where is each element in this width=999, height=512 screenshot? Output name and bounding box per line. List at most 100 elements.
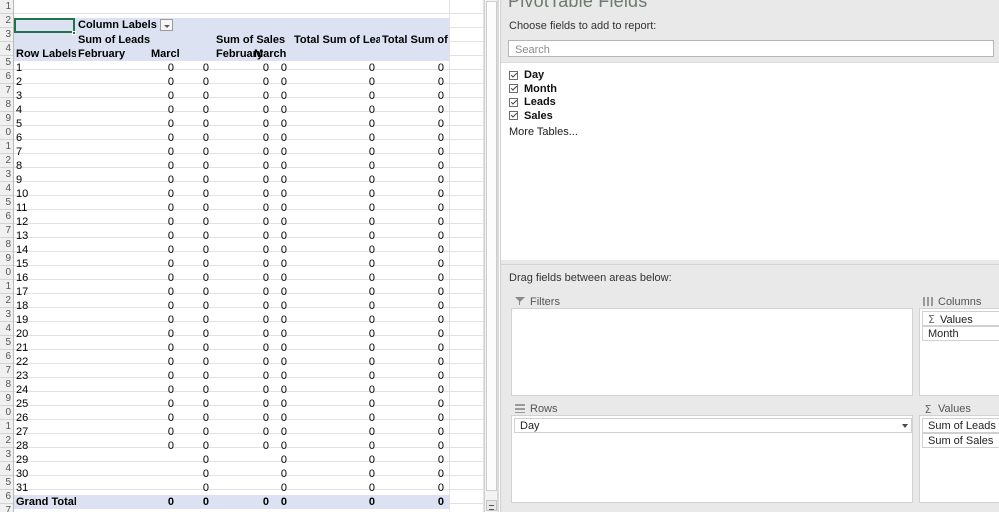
row-header-cell[interactable]: 3: [0, 308, 13, 322]
checkbox-icon[interactable]: [509, 70, 518, 80]
pivot-cell: 0: [437, 258, 444, 270]
pivot-cell: 0: [202, 132, 209, 144]
pivot-cell: 0: [368, 244, 375, 256]
search-box[interactable]: [508, 40, 994, 58]
pivot-cell: 0: [262, 356, 269, 368]
search-input[interactable]: [513, 42, 957, 58]
row-header-cell[interactable]: 1: [0, 420, 13, 434]
pivot-cell: 0: [280, 482, 287, 494]
pivot-cell: 0: [368, 258, 375, 270]
columns-chip-month[interactable]: Month: [922, 326, 999, 341]
row-header-cell[interactable]: 8: [0, 98, 13, 112]
field-item-month[interactable]: Month: [509, 83, 557, 96]
row-header-cell[interactable]: 5: [0, 196, 13, 210]
fill-handle[interactable]: [72, 31, 76, 35]
filters-dropzone[interactable]: [511, 308, 913, 396]
row-header-gutter[interactable]: 1234567890123456789012345678901234567: [0, 0, 14, 512]
row-header-cell[interactable]: 9: [0, 392, 13, 406]
pivot-cell: 0: [167, 440, 174, 452]
pivot-cell: 0: [368, 202, 375, 214]
pivot-cell: 0: [280, 370, 287, 382]
row-header-cell[interactable]: 7: [0, 364, 13, 378]
vertical-scrollbar[interactable]: [484, 0, 498, 512]
row-header-cell[interactable]: 6: [0, 490, 13, 504]
pivot-cell: 0: [202, 286, 209, 298]
row-header-cell[interactable]: 2: [0, 154, 13, 168]
pivot-row-label: 5: [16, 118, 23, 130]
row-header-cell[interactable]: 8: [0, 238, 13, 252]
pivot-cell: 0: [368, 146, 375, 158]
row-labels-header[interactable]: Row Labels: [14, 47, 76, 61]
row-header-cell[interactable]: 2: [0, 294, 13, 308]
pane-divider: [501, 264, 999, 265]
row-header-cell[interactable]: 5: [0, 336, 13, 350]
pivot-cell: 0: [262, 90, 269, 102]
field-item-day[interactable]: Day: [509, 69, 544, 82]
checkbox-icon[interactable]: [509, 84, 518, 94]
checkbox-icon[interactable]: [509, 111, 518, 121]
chevron-down-icon[interactable]: [902, 424, 908, 428]
pivot-cell: 0: [202, 398, 209, 410]
more-tables-link[interactable]: More Tables...: [509, 126, 578, 138]
row-header-cell[interactable]: 0: [0, 406, 13, 420]
values-dropzone[interactable]: Sum of Leads Sum of Sales: [919, 415, 999, 503]
row-header-cell[interactable]: 8: [0, 378, 13, 392]
scrollbar-thumb[interactable]: [486, 1, 497, 491]
pivot-row-label: 20: [16, 328, 29, 340]
field-item-leads[interactable]: Leads: [509, 96, 556, 109]
row-header-cell[interactable]: 5: [0, 476, 13, 490]
field-item-sales[interactable]: Sales: [509, 110, 553, 123]
row-header-cell[interactable]: 7: [0, 224, 13, 238]
row-header-cell[interactable]: 1: [0, 280, 13, 294]
row-header-cell[interactable]: 9: [0, 112, 13, 126]
scroll-down-button[interactable]: [486, 500, 497, 511]
columns-chip-values[interactable]: ΣΣ ValuesValues: [922, 311, 999, 326]
excel-pivottable-screen: 1234567890123456789012345678901234567 Co…: [0, 0, 999, 512]
row-header-cell[interactable]: 1: [0, 0, 13, 14]
pane-splitter[interactable]: [497, 0, 499, 512]
row-header-cell[interactable]: 4: [0, 42, 13, 56]
worksheet[interactable]: 1234567890123456789012345678901234567 Co…: [0, 0, 499, 512]
pivot-cell: 0: [280, 412, 287, 424]
rows-dropzone[interactable]: Day: [511, 415, 913, 503]
column-labels-filter-icon[interactable]: [159, 19, 173, 32]
column-labels-header[interactable]: Column Labels: [76, 18, 196, 33]
pivot-cell: 0: [437, 202, 444, 214]
columns-dropzone[interactable]: ΣΣ ValuesValues Month: [919, 308, 999, 396]
row-header-cell[interactable]: 2: [0, 434, 13, 448]
row-header-cell[interactable]: 7: [0, 504, 13, 512]
row-header-cell[interactable]: 4: [0, 322, 13, 336]
pivot-cell: 0: [368, 328, 375, 340]
row-header-cell[interactable]: 0: [0, 266, 13, 280]
row-header-cell[interactable]: 3: [0, 28, 13, 42]
pivot-row-label: 10: [16, 188, 29, 200]
row-header-cell[interactable]: 6: [0, 210, 13, 224]
pivot-cell: 0: [437, 426, 444, 438]
pivot-cell: 0: [437, 90, 444, 102]
row-header-cell[interactable]: 6: [0, 70, 13, 84]
pivot-cell: 0: [202, 62, 209, 74]
selected-cell[interactable]: [14, 18, 75, 33]
row-header-cell[interactable]: 4: [0, 462, 13, 476]
row-header-cell[interactable]: 0: [0, 126, 13, 140]
row-header-cell[interactable]: 6: [0, 350, 13, 364]
pivot-row-label: 15: [16, 258, 29, 270]
values-chip-sum-of-sales[interactable]: Sum of Sales: [922, 433, 999, 448]
row-header-cell[interactable]: 9: [0, 252, 13, 266]
pivot-cell: 0: [368, 174, 375, 186]
pivot-row-label: 8: [16, 160, 23, 172]
rows-chip-day[interactable]: Day: [514, 418, 912, 433]
pivot-cell: 0: [202, 230, 209, 242]
field-list[interactable]: Day Month Leads Sales More Tables...: [501, 62, 999, 260]
row-header-cell[interactable]: 7: [0, 84, 13, 98]
row-header-cell[interactable]: 3: [0, 448, 13, 462]
row-header-cell[interactable]: 1: [0, 140, 13, 154]
pivot-cell: 0: [167, 398, 174, 410]
pivot-cell: 0: [202, 258, 209, 270]
row-header-cell[interactable]: 2: [0, 14, 13, 28]
values-chip-sum-of-leads[interactable]: Sum of Leads: [922, 418, 999, 433]
row-header-cell[interactable]: 3: [0, 168, 13, 182]
checkbox-icon[interactable]: [509, 97, 518, 107]
row-header-cell[interactable]: 4: [0, 182, 13, 196]
row-header-cell[interactable]: 5: [0, 56, 13, 70]
